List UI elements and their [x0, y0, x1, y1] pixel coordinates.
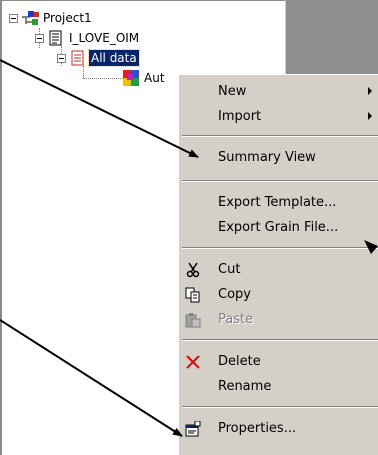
menu-item-properties[interactable]: Properties...	[182, 418, 378, 440]
tree-node-project[interactable]: Project1	[9, 9, 94, 27]
menu-item-delete[interactable]: Delete	[182, 351, 378, 373]
menu-item-label: Copy	[218, 287, 251, 302]
menu-separator	[182, 180, 378, 182]
screenshot: Project1 I_LOVE_OIM All data Aut New Imp…	[0, 0, 378, 455]
tree-node-label: I_LOVE_OIM	[69, 31, 140, 45]
menu-separator	[182, 339, 378, 341]
collapse-icon[interactable]	[9, 13, 18, 23]
menu-item-label: Import	[218, 109, 262, 124]
collapse-icon[interactable]	[57, 53, 66, 63]
properties-icon	[185, 420, 201, 437]
paste-icon	[185, 312, 201, 328]
copy-icon	[185, 287, 201, 303]
submenu-arrow-icon	[368, 87, 372, 95]
tree-connector	[83, 66, 84, 78]
menu-item-label: Properties...	[218, 421, 297, 436]
context-menu: New Import Summary View Export Template.…	[178, 74, 378, 455]
scissors-icon	[185, 262, 201, 278]
tree-node-label: All data	[88, 49, 140, 67]
menu-item-export-grain-file[interactable]: Export Grain File...	[182, 217, 378, 239]
menu-item-label: New	[218, 84, 247, 99]
menu-item-label: Rename	[218, 379, 272, 394]
map-icon	[123, 70, 139, 86]
menu-item-new[interactable]: New	[182, 81, 378, 103]
menu-item-label: Paste	[218, 312, 254, 327]
submenu-arrow-icon	[368, 112, 372, 120]
menu-item-paste: Paste	[182, 309, 378, 331]
tree-node-partition[interactable]: All data	[57, 49, 140, 67]
tree-connector	[83, 78, 123, 79]
menu-item-rename[interactable]: Rename	[182, 376, 378, 398]
menu-item-label: Cut	[218, 262, 241, 277]
tree-node-label: Aut	[144, 71, 165, 85]
menu-item-cut[interactable]: Cut	[182, 259, 378, 281]
tree-node-dataset[interactable]: I_LOVE_OIM	[35, 29, 141, 47]
menu-item-label: Export Template...	[218, 195, 337, 210]
menu-item-summary-view[interactable]: Summary View	[182, 147, 378, 169]
menu-item-import[interactable]: Import	[182, 106, 378, 128]
project-icon	[22, 10, 39, 26]
collapse-icon[interactable]	[35, 33, 44, 43]
delete-x-icon	[185, 354, 201, 370]
menu-item-export-template[interactable]: Export Template...	[182, 192, 378, 214]
menu-item-label: Delete	[218, 354, 261, 369]
menu-item-label: Summary View	[218, 150, 316, 165]
document-icon	[48, 30, 64, 46]
tree-node-label: Project1	[43, 11, 92, 25]
menu-separator	[182, 406, 378, 408]
tree-node-map[interactable]: Aut	[123, 69, 167, 87]
menu-separator	[182, 247, 378, 249]
menu-separator	[182, 135, 378, 137]
partition-document-icon	[70, 50, 86, 66]
menu-item-copy[interactable]: Copy	[182, 284, 378, 306]
menu-item-label: Export Grain File...	[218, 220, 339, 235]
